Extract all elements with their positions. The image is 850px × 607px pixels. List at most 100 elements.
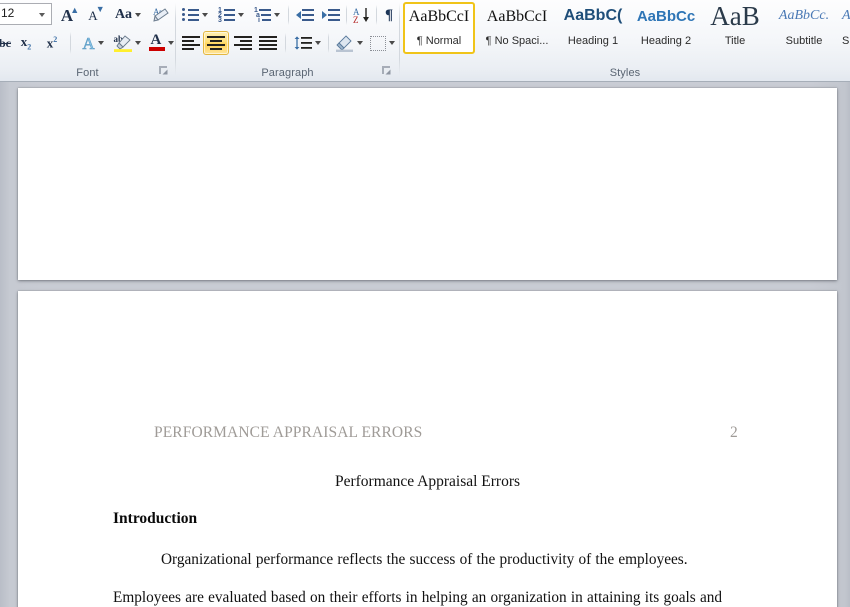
style-item-cutoff[interactable]: A S: [840, 2, 850, 54]
subscript-icon: x2: [20, 33, 32, 52]
chevron-down-icon[interactable]: [202, 13, 208, 17]
justify-icon: [259, 36, 277, 50]
document-heading-introduction: Introduction: [113, 510, 198, 527]
font-color-button[interactable]: A: [144, 31, 178, 55]
chevron-down-icon[interactable]: [135, 13, 142, 17]
ribbon-group-font: 12 A▲ A▼ Aa A a abc x2: [0, 0, 175, 81]
grow-font-icon: A ▲: [60, 4, 80, 25]
style-label-heading-2: Heading 2: [640, 35, 692, 47]
chevron-down-icon[interactable]: [357, 41, 363, 45]
divider: [70, 32, 71, 54]
grow-font-button[interactable]: A ▲: [55, 3, 79, 27]
style-item-normal[interactable]: AaBbCcI ¶ Normal: [403, 2, 475, 54]
divider: [288, 5, 289, 25]
svg-text:Z: Z: [353, 15, 359, 24]
superscript-icon: x2: [46, 35, 58, 51]
document-page-2[interactable]: PERFORMANCE APPRAISAL ERRORS 2 Performan…: [18, 291, 837, 607]
document-page-1[interactable]: [18, 88, 837, 280]
chevron-down-icon[interactable]: [167, 41, 174, 45]
style-preview-heading-1: AaBbC(: [563, 7, 623, 24]
clear-formatting-button[interactable]: A a: [148, 3, 174, 27]
style-item-heading-2[interactable]: AaBbCc Heading 2: [630, 2, 702, 54]
bullets-icon: [182, 7, 199, 23]
document-title: Performance Appraisal Errors: [334, 473, 521, 490]
dialog-launcher-icon[interactable]: [381, 65, 392, 76]
style-preview-normal: AaBbCcI: [408, 8, 470, 25]
numbering-button[interactable]: 123: [214, 3, 248, 27]
strikethrough-icon: abc: [0, 36, 11, 50]
pilcrow-icon: ¶: [384, 6, 394, 23]
dialog-launcher-icon[interactable]: [158, 65, 169, 76]
subscript-button[interactable]: x2: [14, 31, 38, 55]
style-label-heading-1: Heading 1: [567, 35, 619, 47]
shading-button[interactable]: [332, 31, 366, 55]
ribbon-toolbar: 12 A▲ A▼ Aa A a abc x2: [0, 0, 850, 82]
numbering-icon: 123: [218, 7, 235, 24]
superscript-button[interactable]: x2: [40, 31, 64, 55]
document-canvas[interactable]: PERFORMANCE APPRAISAL ERRORS 2 Performan…: [0, 82, 850, 607]
multilevel-list-button[interactable]: 1ai: [250, 3, 284, 27]
show-formatting-marks-button[interactable]: ¶: [378, 3, 400, 27]
chevron-down-icon[interactable]: [134, 41, 141, 45]
justify-button[interactable]: [256, 31, 280, 55]
divider: [328, 33, 329, 53]
chevron-down-icon[interactable]: [315, 41, 321, 45]
strikethrough-button[interactable]: abc: [0, 31, 14, 55]
style-label-title: Title: [724, 35, 746, 47]
chevron-down-icon[interactable]: [388, 41, 395, 45]
bullets-button[interactable]: [179, 3, 211, 27]
divider: [346, 5, 347, 25]
shrink-font-button[interactable]: A ▼: [81, 3, 105, 27]
shading-icon: [335, 34, 354, 52]
style-item-title[interactable]: AaB Title: [702, 1, 768, 54]
ribbon-group-label-paragraph: Paragraph: [261, 67, 314, 79]
clear-formatting-icon: A a: [153, 7, 169, 22]
style-item-subtitle[interactable]: AaBbCc. Subtitle: [768, 2, 840, 54]
increase-indent-icon: [322, 8, 340, 23]
divider: [376, 5, 377, 25]
styles-gallery[interactable]: AaBbCcI ¶ Normal AaBbCcI ¶ No Spaci... A…: [400, 1, 850, 56]
style-label-subtitle: Subtitle: [785, 35, 823, 47]
sort-icon: A Z: [353, 7, 369, 24]
chevron-down-icon[interactable]: [97, 41, 104, 45]
style-preview-heading-2: AaBbCc: [636, 8, 696, 25]
align-center-icon: [207, 36, 225, 50]
line-spacing-button[interactable]: [290, 31, 324, 55]
chevron-down-icon[interactable]: [274, 13, 280, 17]
increase-indent-button[interactable]: [319, 3, 343, 27]
style-item-heading-1[interactable]: AaBbC( Heading 1: [557, 2, 629, 54]
decrease-indent-icon: [296, 8, 314, 23]
divider: [285, 33, 286, 53]
multilevel-list-icon: 1ai: [254, 7, 271, 24]
decrease-indent-button[interactable]: [293, 3, 317, 27]
chevron-down-icon[interactable]: [238, 13, 244, 17]
ribbon-group-label-font: Font: [76, 67, 99, 79]
sort-button[interactable]: A Z: [350, 3, 374, 27]
style-label-no-spacing: ¶ No Spaci...: [485, 35, 549, 47]
document-page-number: 2: [730, 424, 738, 441]
font-size-value: 12: [1, 6, 15, 20]
font-color-icon: A: [148, 33, 165, 52]
ribbon-group-styles: AaBbCcI ¶ Normal AaBbCcI ¶ No Spaci... A…: [400, 0, 850, 81]
borders-button[interactable]: [366, 31, 398, 55]
text-highlight-color-icon: ab: [113, 34, 132, 52]
align-left-button[interactable]: [179, 31, 203, 55]
align-left-icon: [182, 36, 200, 50]
align-right-button[interactable]: [231, 31, 255, 55]
shrink-font-icon: A ▼: [88, 3, 105, 23]
document-body-paragraph: Organizational performance reflects the …: [113, 551, 723, 606]
text-effects-button[interactable]: A: [76, 31, 110, 55]
borders-icon: [369, 35, 386, 51]
ribbon-group-paragraph: 123 1ai A Z ¶ Paragraph: [176, 0, 399, 81]
document-running-header: PERFORMANCE APPRAISAL ERRORS: [154, 424, 423, 441]
font-size-input[interactable]: 12: [0, 3, 52, 25]
style-label-normal: ¶ Normal: [416, 35, 462, 47]
text-highlight-color-button[interactable]: ab: [110, 31, 144, 55]
style-label-cutoff: S: [842, 35, 850, 47]
style-item-no-spacing[interactable]: AaBbCcI ¶ No Spaci...: [478, 2, 556, 54]
ribbon-group-label-styles: Styles: [609, 67, 641, 79]
change-case-button[interactable]: Aa: [110, 3, 146, 27]
align-center-button[interactable]: [203, 31, 229, 55]
align-right-icon: [234, 36, 252, 50]
chevron-down-icon[interactable]: [39, 13, 45, 17]
